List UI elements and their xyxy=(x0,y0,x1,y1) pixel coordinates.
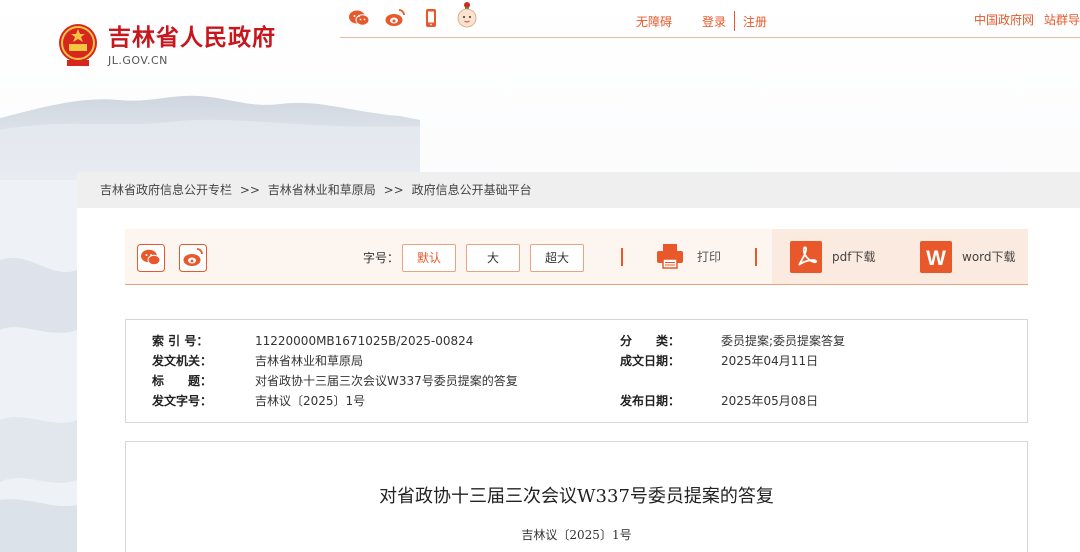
weibo-icon[interactable] xyxy=(384,7,406,29)
doc-number-value: 吉林议〔2025〕1号 xyxy=(255,394,366,408)
pdf-icon xyxy=(790,240,822,273)
wechat-icon[interactable] xyxy=(348,7,370,29)
mobile-icon[interactable] xyxy=(420,7,442,29)
main-content: 字号： 默认 大 超大 打印 pdf下载 W word下载 索 引 号： 112… xyxy=(77,208,1080,552)
breadcrumb-item-platform[interactable]: 政府信息公开基础平台 xyxy=(412,183,532,197)
index-number-value: 11220000MB1671025B/2025-00824 xyxy=(255,334,474,348)
article-title: 对省政协十三届三次会议W337号委员提案的答复 xyxy=(379,486,774,507)
accessibility-link[interactable]: 无障碍 xyxy=(636,13,672,30)
print-label: 打印 xyxy=(697,249,722,264)
created-date-label: 成文日期： xyxy=(620,354,681,368)
mascot-icon[interactable] xyxy=(456,0,478,30)
site-name: 吉林省人民政府 xyxy=(108,23,276,51)
pdf-download-label: pdf下载 xyxy=(832,250,876,264)
article-toolbar: 字号： 默认 大 超大 打印 pdf下载 W word下载 xyxy=(125,229,1028,285)
index-number-label: 索 引 号： xyxy=(152,334,209,348)
font-xlarge-button[interactable]: 超大 xyxy=(530,244,584,272)
doc-number-label: 发文字号： xyxy=(152,394,213,408)
gov-cn-link[interactable]: 中国政府网 xyxy=(974,11,1034,28)
article-doc-number: 吉林议〔2025〕1号 xyxy=(521,528,632,542)
category-value: 委员提案;委员提案答复 xyxy=(721,334,846,348)
national-emblem-icon xyxy=(59,24,97,66)
font-size-label: 字号： xyxy=(363,251,400,265)
link-divider xyxy=(734,11,736,31)
svg-text:W: W xyxy=(926,247,946,270)
login-link[interactable]: 登录 xyxy=(702,13,726,30)
share-wechat-icon[interactable] xyxy=(137,244,165,272)
issuer-value: 吉林省林业和草原局 xyxy=(255,354,364,368)
print-button[interactable]: 打印 xyxy=(655,242,721,270)
share-weibo-icon[interactable] xyxy=(179,244,207,272)
printer-icon xyxy=(657,244,683,269)
breadcrumb-separator: >> xyxy=(383,183,404,197)
pdf-download-button[interactable]: pdf下载 xyxy=(772,229,900,284)
breadcrumb: 吉林省政府信息公开专栏 >> 吉林省林业和草原局 >> 政府信息公开基础平台 xyxy=(77,172,1080,208)
category-label: 分 类： xyxy=(620,334,681,348)
published-date-value: 2025年05月08日 xyxy=(721,394,819,408)
site-logo[interactable]: 吉林省人民政府 JL.GOV.CN xyxy=(56,22,276,68)
toolbar-divider xyxy=(621,248,623,266)
toolbar-divider xyxy=(755,248,757,266)
word-icon: W xyxy=(920,240,952,273)
site-domain: JL.GOV.CN xyxy=(108,53,168,67)
register-link[interactable]: 注册 xyxy=(743,13,767,30)
breadcrumb-item-forestry-bureau[interactable]: 吉林省林业和草原局 xyxy=(268,183,376,197)
top-bar: 无障碍 登录 注册 中国政府网 站群导 xyxy=(340,0,1080,38)
word-download-label: word下载 xyxy=(962,250,1016,264)
title-value: 对省政协十三届三次会议W337号委员提案的答复 xyxy=(255,374,518,388)
issuer-label: 发文机关： xyxy=(152,354,213,368)
title-label: 标 题： xyxy=(152,374,213,388)
article-body: 对省政协十三届三次会议W337号委员提案的答复 吉林议〔2025〕1号 xyxy=(125,441,1028,552)
document-metadata: 索 引 号： 11220000MB1671025B/2025-00824 分 类… xyxy=(125,319,1028,423)
breadcrumb-separator: >> xyxy=(239,183,260,197)
published-date-label: 发布日期： xyxy=(620,394,681,408)
word-download-button[interactable]: W word下载 xyxy=(900,229,1028,284)
breadcrumb-item-info-column[interactable]: 吉林省政府信息公开专栏 xyxy=(100,183,232,197)
site-group-link[interactable]: 站群导 xyxy=(1044,11,1080,28)
font-large-button[interactable]: 大 xyxy=(466,244,520,272)
created-date-value: 2025年04月11日 xyxy=(721,354,819,368)
font-default-button[interactable]: 默认 xyxy=(402,244,456,272)
